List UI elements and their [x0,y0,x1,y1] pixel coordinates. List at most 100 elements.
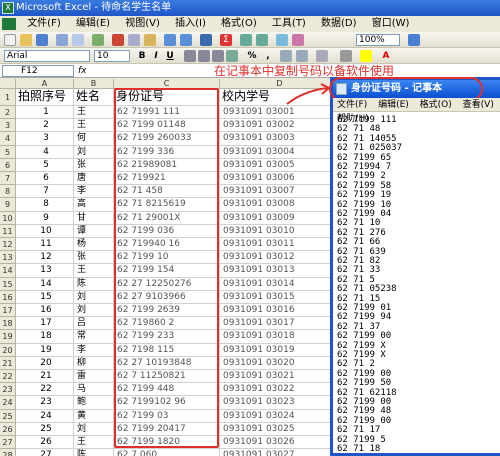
notepad-text-area[interactable]: 62 7199 111 62 71 48 62 71 14055 62 71 0250… [333,113,500,456]
table-cell[interactable]: 0931091 03005 [220,158,340,172]
table-cell[interactable]: 何 [74,132,114,146]
select-all-corner[interactable] [0,79,16,89]
table-cell[interactable]: 常 [74,330,114,344]
table-cell[interactable]: 0931091 03023 [220,396,340,410]
new-icon[interactable] [4,34,16,46]
table-cell[interactable]: 14 [16,277,74,291]
drawing-icon[interactable] [292,34,304,46]
merge-center-icon[interactable] [226,50,238,62]
row-header[interactable]: 21 [0,356,16,370]
menu-tools[interactable]: 工具(T) [266,16,312,32]
table-cell[interactable]: 0931091 03018 [220,330,340,344]
menu-file[interactable]: 文件(F) [21,16,67,32]
bold-icon[interactable]: B [136,50,148,62]
help-icon[interactable] [408,34,420,46]
align-right-icon[interactable] [212,50,224,62]
borders-icon[interactable] [340,50,352,62]
table-cell[interactable]: 甘 [74,211,114,225]
table-cell[interactable]: 15 [16,290,74,304]
row-header[interactable]: 25 [0,409,16,423]
undo-icon[interactable] [164,34,176,46]
cut-icon[interactable] [112,34,124,46]
table-cell[interactable]: 20 [16,356,74,370]
row-header[interactable]: 2 [0,106,16,120]
table-cell[interactable]: 王 [74,264,114,278]
menu-edit[interactable]: 编辑(E) [70,16,116,32]
table-cell[interactable]: 唐 [74,172,114,186]
name-box[interactable]: F12 [2,65,74,77]
table-cell[interactable]: 谭 [74,224,114,238]
menu-view[interactable]: 视图(V) [119,16,166,32]
table-cell[interactable]: 0931091 03011 [220,238,340,252]
table-cell[interactable]: 李 [74,343,114,357]
row-header[interactable]: 4 [0,132,16,146]
table-cell[interactable]: 马 [74,383,114,397]
table-cell[interactable]: 10 [16,224,74,238]
underline-icon[interactable]: U [164,50,176,62]
table-cell[interactable]: 11 [16,238,74,252]
row-header[interactable]: 12 [0,238,16,252]
table-cell[interactable]: 17 [16,317,74,331]
table-cell[interactable]: 0931091 03007 [220,185,340,199]
notepad-menu-file[interactable]: 文件(F) [333,98,371,112]
row-header[interactable]: 3 [0,119,16,133]
table-cell[interactable]: 19 [16,343,74,357]
table-cell[interactable]: 0931091 03008 [220,198,340,212]
column-header-a[interactable]: A [16,79,74,89]
chart-icon[interactable] [276,34,288,46]
table-cell[interactable]: 0931091 03026 [220,436,340,450]
menu-window[interactable]: 窗口(W) [366,16,416,32]
table-cell[interactable]: 0931091 03017 [220,317,340,331]
row-header[interactable]: 5 [0,145,16,159]
column-header-b[interactable]: B [74,79,114,89]
table-cell[interactable]: 25 [16,422,74,436]
table-cell[interactable]: 王 [74,436,114,450]
header-cell[interactable]: 拍照序号 [16,89,74,106]
row-header[interactable]: 24 [0,396,16,410]
sort-asc-icon[interactable] [240,34,252,46]
increase-decimal-icon[interactable] [280,50,292,62]
row-header[interactable]: 17 [0,304,16,318]
table-cell[interactable]: 杨 [74,238,114,252]
row-header[interactable]: 22 [0,370,16,384]
menu-insert[interactable]: 插入(I) [169,16,212,32]
table-cell[interactable]: 0931091 03024 [220,409,340,423]
table-cell[interactable]: 0931091 03020 [220,356,340,370]
table-cell[interactable]: 0931091 03027 [220,449,340,456]
zoom-select[interactable]: 100% [356,34,400,46]
table-cell[interactable]: 刘 [74,290,114,304]
notepad-menu-format[interactable]: 格式(O) [416,98,456,112]
table-cell[interactable]: 0931091 03006 [220,172,340,186]
italic-icon[interactable]: I [150,50,162,62]
row-header[interactable]: 8 [0,185,16,199]
table-cell[interactable]: 6 [16,172,74,186]
fx-icon[interactable]: fx [78,64,87,78]
table-cell[interactable]: 0931091 03009 [220,211,340,225]
align-left-icon[interactable] [184,50,196,62]
row-header[interactable]: 16 [0,290,16,304]
table-cell[interactable]: 2 [16,119,74,133]
decrease-decimal-icon[interactable] [296,50,308,62]
table-cell[interactable]: 0931091 03013 [220,264,340,278]
menu-format[interactable]: 格式(O) [215,16,263,32]
table-cell[interactable]: 张 [74,251,114,265]
menu-data[interactable]: 数据(D) [315,16,363,32]
table-cell[interactable]: 0931091 03010 [220,224,340,238]
row-header[interactable]: 26 [0,422,16,436]
table-cell[interactable]: 王 [74,106,114,120]
table-cell[interactable]: 张 [74,158,114,172]
table-cell[interactable]: 0931091 03015 [220,290,340,304]
table-cell[interactable]: 陈 [74,277,114,291]
currency-icon[interactable]: % [246,50,258,62]
font-size-select[interactable]: 10 [94,50,130,62]
font-name-select[interactable]: Arial [4,50,90,62]
table-cell[interactable]: 3 [16,132,74,146]
print-preview-icon[interactable] [72,34,84,46]
indent-icon[interactable] [316,50,328,62]
table-cell[interactable]: 鲍 [74,396,114,410]
table-cell[interactable]: 21 [16,370,74,384]
notepad-menu-view[interactable]: 查看(V) [459,98,498,112]
table-cell[interactable]: 雷 [74,370,114,384]
table-cell[interactable]: 0931091 03019 [220,343,340,357]
row-header[interactable]: 19 [0,330,16,344]
